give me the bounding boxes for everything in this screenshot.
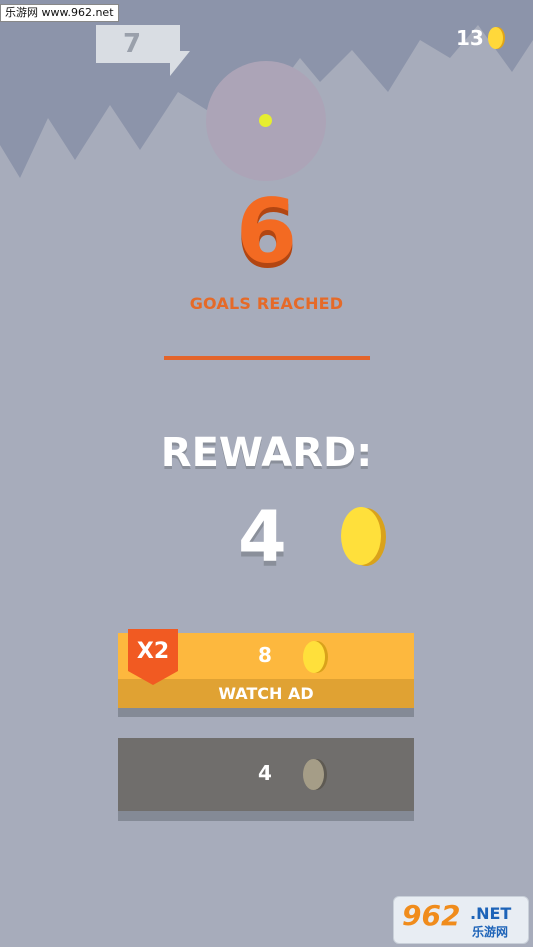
collect-button[interactable]: 4 [118,738,414,821]
reward-coin-icon [341,507,381,565]
watch-ad-label: WATCH AD [118,679,414,708]
coin-icon [303,641,325,673]
site-watermark: 乐游网 www.962.net [0,4,119,22]
reward-label: REWARD: [160,430,373,476]
bubble-tail [170,51,190,76]
coin-icon-gray [303,759,324,790]
target-ball-icon [259,114,272,127]
logo-cn-text: 乐游网 [472,925,509,939]
score-bubble: 7 [96,25,190,76]
coin-counter: 13 [456,25,503,51]
collect-button-top: 4 [118,738,414,811]
site-logo: 962 .NET 乐游网 [393,896,529,944]
reward-amount: 4 [238,496,287,578]
score-value: 7 [122,29,142,59]
coin-icon [487,27,503,49]
goals-count: 6 [235,180,298,283]
logo-net-text: .NET [470,904,512,923]
collect-amount: 4 [258,761,272,785]
target-circle [206,61,326,181]
logo-962-text: 962 [402,899,461,932]
coin-count: 13 [456,26,484,50]
watch-ad-amount: 8 [258,643,272,667]
goals-label: GOALS REACHED [189,294,344,313]
divider-line [164,356,370,360]
